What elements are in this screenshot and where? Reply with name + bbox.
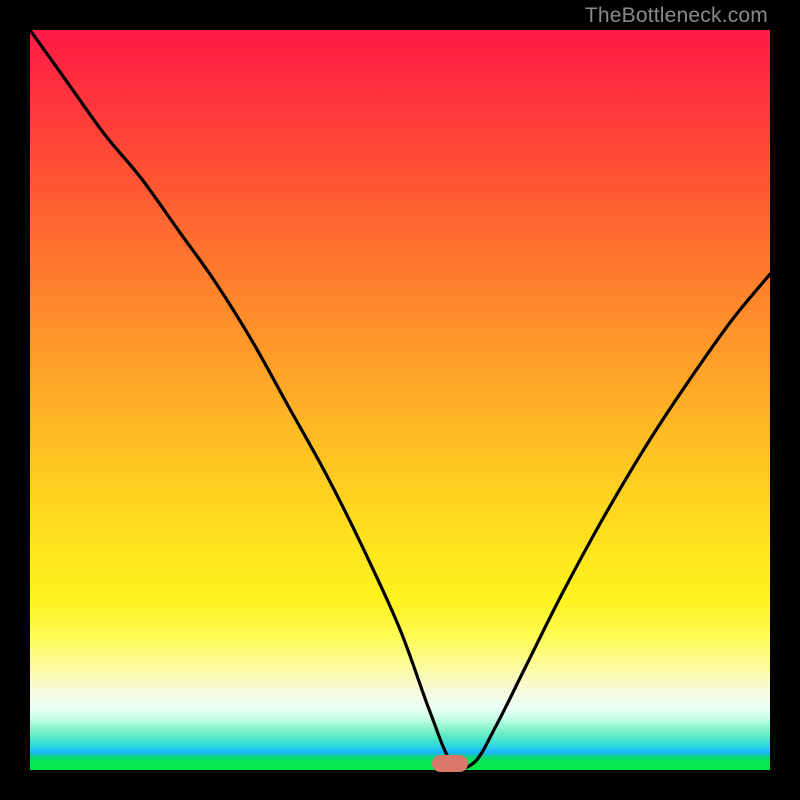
optimal-marker: [432, 755, 468, 772]
chart-frame: TheBottleneck.com: [0, 0, 800, 800]
watermark-text: TheBottleneck.com: [585, 4, 768, 28]
plot-area: [30, 30, 770, 770]
bottleneck-curve: [30, 30, 770, 770]
curve-path: [30, 30, 770, 768]
